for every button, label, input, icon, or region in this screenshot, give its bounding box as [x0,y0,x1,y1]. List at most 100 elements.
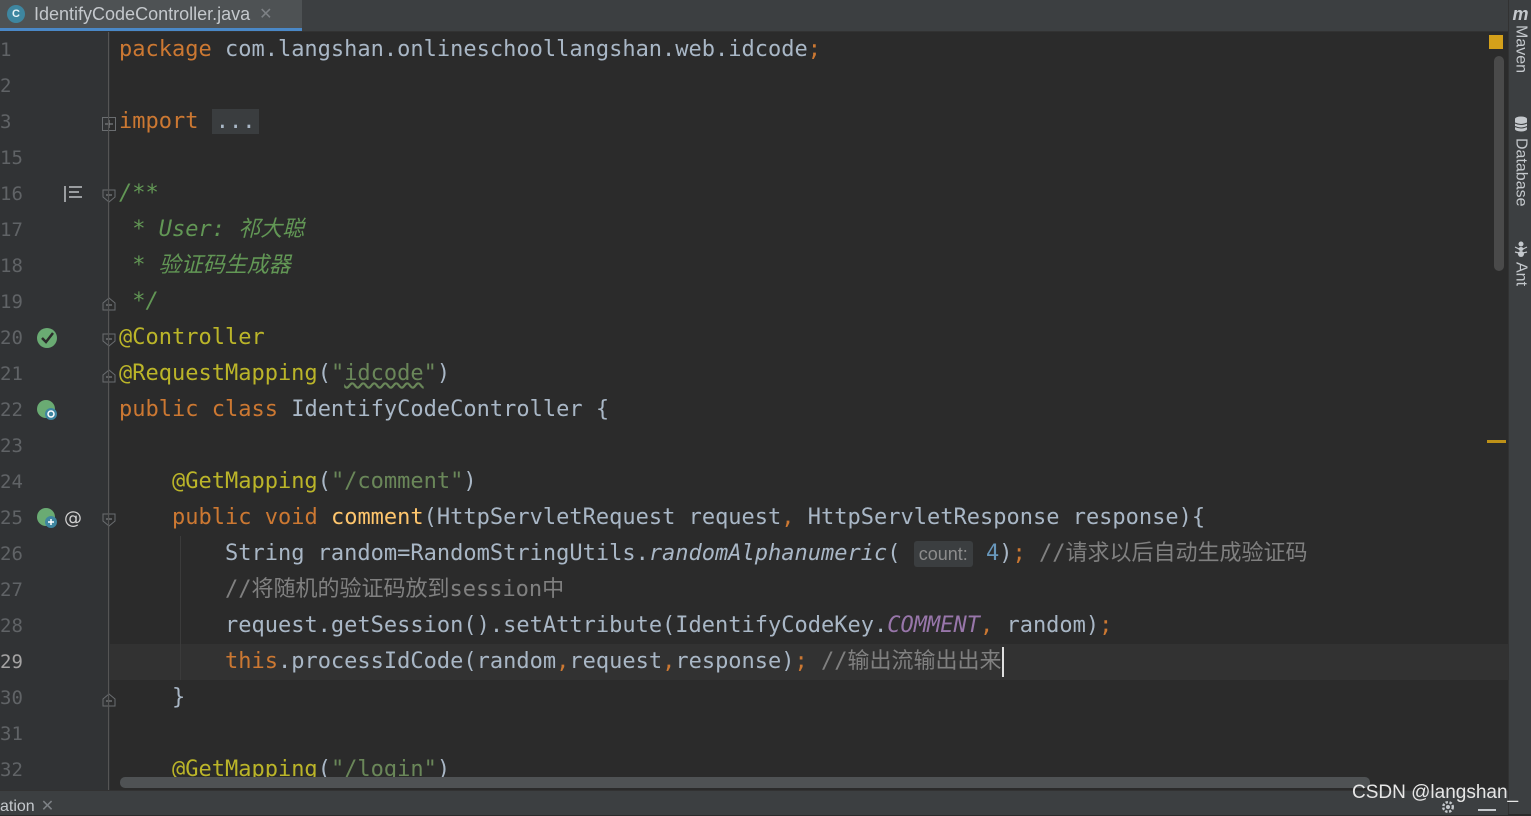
line-number: 28 [0,615,23,637]
comment: //输出流输出出来 [807,649,1002,674]
code-text: request.getSession().setAttribute(Identi… [224,613,888,638]
doc-render-icon[interactable] [62,183,84,205]
number-literal: 4 [986,541,1000,566]
svg-text:@: @ [64,508,82,529]
code-editor[interactable]: package com.langshan.onlineschoollangsha… [110,32,1508,790]
close-tab-icon[interactable]: ✕ [259,4,272,24]
line-number: 25 [0,507,23,529]
paren: ( [317,469,331,494]
line-number: 24 [0,471,23,493]
code-line-21: @RequestMapping("idcode") [119,356,450,392]
code-line-25: public void comment(HttpServletRequest r… [119,500,1205,536]
code-text: response) [675,649,795,674]
line-number: 27 [0,579,23,601]
ant-label: Ant [1512,262,1530,287]
right-tool-strip: m Maven Database Ant [1508,0,1531,814]
line-number: 20 [0,327,23,349]
line-number: 21 [0,363,23,385]
code-line-18: * 验证码生成器 [119,253,291,278]
text-caret [1001,647,1004,677]
editor-tab[interactable]: C IdentifyCodeController.java ✕ [0,0,302,31]
spring-bean-icon[interactable] [36,327,58,349]
maven-icon: m [1512,4,1529,24]
ant-icon [1514,241,1527,257]
request-mapping-icon[interactable] [36,507,58,529]
semicolon: ; [1012,541,1026,566]
brace: } [171,685,186,710]
annotation: @Controller [119,325,265,350]
gutter: 1 2 3 15 16 17 18 19 20 21 22 23 24 25 2… [0,32,116,790]
code-text: String random=RandomStringUtils. [224,541,649,566]
line-number: 18 [0,255,23,277]
vertical-scrollbar[interactable] [1494,56,1504,271]
keyword: public [171,505,252,530]
code-line-30: } [119,680,185,716]
folded-imports[interactable]: ... [211,109,260,134]
code-line-20: @Controller [119,320,265,356]
code-line-26: String random=RandomStringUtils.randomAl… [119,536,1308,572]
inspection-status-icon[interactable] [1489,35,1503,49]
close-tab-icon[interactable]: ✕ [41,798,54,815]
code-line-19: */ [119,289,159,314]
java-class-icon: C [7,5,25,23]
code-line-3: import ... [119,104,260,140]
line-number: 23 [0,435,23,457]
code-line-24: @GetMapping("/comment") [119,464,477,500]
comma: , [662,649,676,674]
line-number: 31 [0,723,23,745]
database-label: Database [1512,138,1530,207]
maven-tool-button[interactable]: m Maven [1509,4,1531,73]
code-line-22: public class IdentifyCodeController { [119,392,609,428]
line-number: 17 [0,219,23,241]
spring-controller-icon[interactable] [36,399,58,421]
line-number-current: 29 [0,651,23,673]
package-name: com.langshan.onlineschoollangshan.web.id… [211,37,808,62]
params: (HttpServletRequest request [423,505,782,530]
line-number: 3 [0,111,12,133]
database-tool-button[interactable]: Database [1509,116,1531,207]
semicolon: ; [807,37,821,62]
code-line-1: package com.langshan.onlineschoollangsha… [119,32,821,68]
line-number: 16 [0,183,23,205]
string-literal: "/comment" [330,469,464,494]
ant-tool-button[interactable]: Ant [1509,240,1531,286]
parameter-hint: count: [913,541,973,567]
semicolon: ; [794,649,808,674]
code-line-28: request.getSession().setAttribute(Identi… [119,608,1112,644]
tab-filename: IdentifyCodeController.java [34,3,251,24]
params: HttpServletResponse response){ [794,505,1206,530]
comma: , [979,613,994,638]
paren: ( [317,361,331,386]
at-sign-icon[interactable]: @ [62,507,84,529]
paren: ) [436,361,451,386]
annotation: @RequestMapping [119,361,318,386]
horizontal-scrollbar[interactable] [120,777,1370,788]
line-number: 2 [0,75,12,97]
keyword: package [119,37,212,62]
line-number: 30 [0,687,23,709]
gutter-separator [108,32,109,790]
constant: COMMENT [887,613,980,638]
maven-label: Maven [1512,25,1530,74]
keyword: public class [119,397,278,422]
quote: " [423,361,437,386]
bottom-tab[interactable]: ation ✕ [0,796,54,816]
paren: ) [999,541,1013,566]
code-text: random) [993,613,1100,638]
method-name: comment [317,505,424,530]
semicolon: ; [1099,613,1113,638]
code-text: request [569,649,663,674]
code-line-17: * User: 祁大聪 [119,217,305,242]
paren: ) [463,469,477,494]
warning-stripe[interactable] [1487,440,1506,443]
bottom-panel: ation ✕ [0,790,1508,815]
database-icon [1514,116,1527,132]
keyword: void [251,505,318,530]
minimize-icon[interactable] [1478,809,1496,811]
paren: ( [887,541,901,566]
bottom-tab-label: ation [0,798,35,815]
line-number: 1 [0,39,12,61]
keyword: import [119,109,199,134]
line-number: 22 [0,399,23,421]
quote: " [330,361,345,386]
